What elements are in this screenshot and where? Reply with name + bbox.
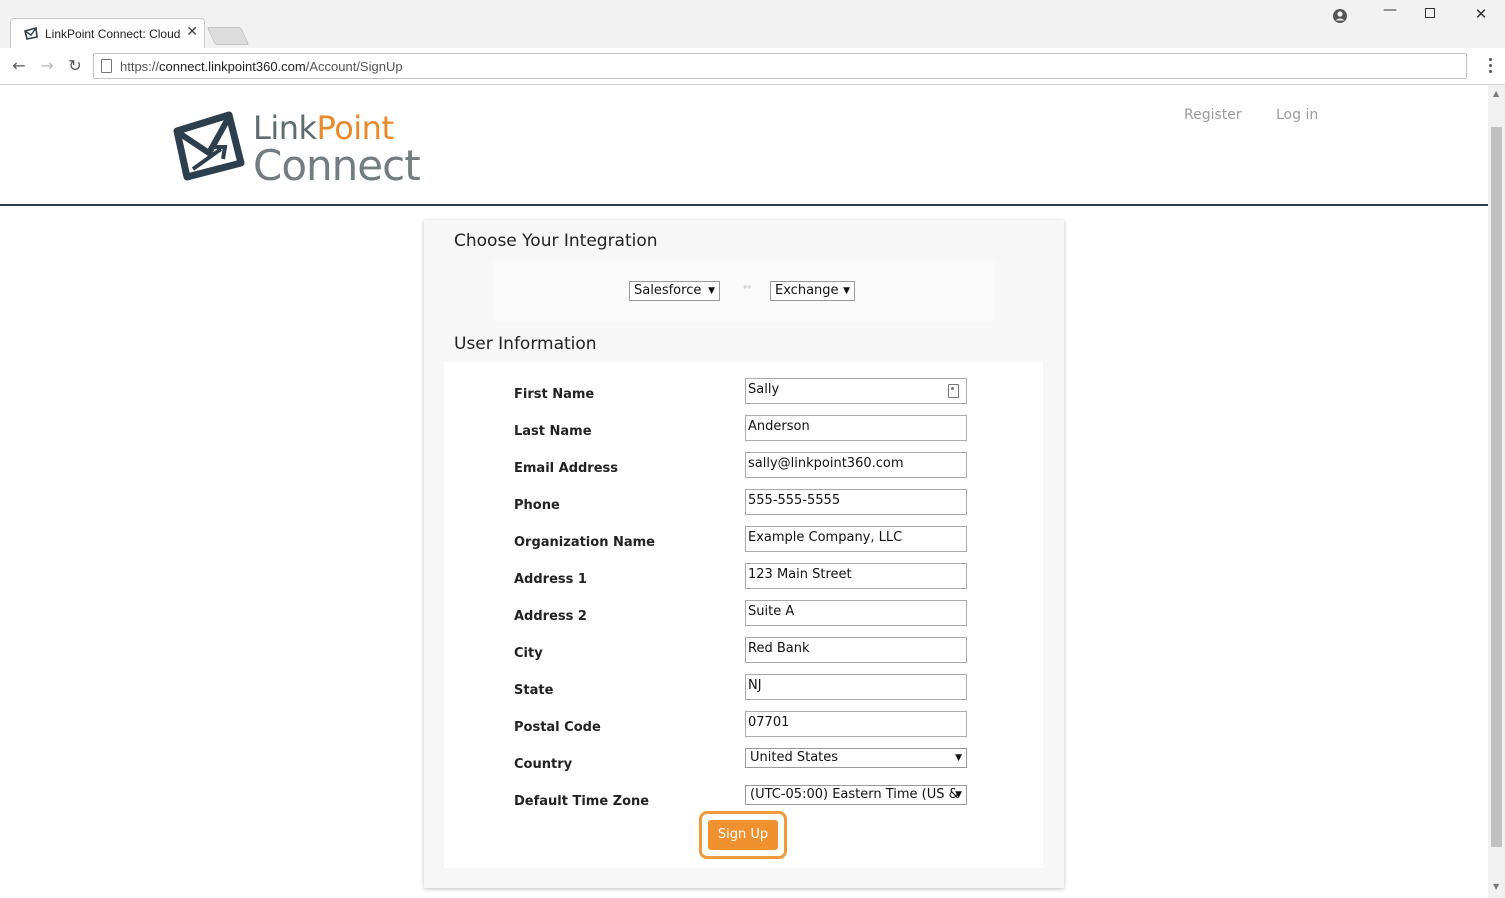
address-bar[interactable]: https://connect.linkpoint360.com/Account…	[93, 53, 1467, 79]
logo-wordmark-top: LinkPoint	[253, 109, 394, 147]
city-field[interactable]: Red Bank	[745, 637, 967, 663]
login-link[interactable]: Log in	[1276, 107, 1318, 123]
first-name-field[interactable]: Sally	[745, 378, 967, 404]
forward-arrow-icon[interactable]: →	[37, 56, 57, 75]
signup-button-highlight: Sign Up	[699, 811, 787, 859]
email-label: Email Address	[514, 461, 619, 476]
scroll-thumb[interactable]	[1491, 127, 1502, 847]
minimize-icon[interactable]: —	[1380, 2, 1400, 18]
integration-title: Choose Your Integration	[454, 231, 658, 251]
integration-separator: ↔	[743, 282, 752, 293]
address1-label: Address 1	[514, 572, 587, 587]
phone-label: Phone	[514, 498, 560, 513]
close-window-icon[interactable]: ✕	[1471, 5, 1491, 23]
country-label: Country	[514, 757, 573, 772]
browser-toolbar: ← → ↻ https://connect.linkpoint360.com/A…	[0, 48, 1505, 84]
last-name-field[interactable]: Anderson	[745, 415, 967, 441]
new-tab-button[interactable]	[206, 27, 250, 45]
first-name-label: First Name	[514, 387, 595, 402]
profile-icon[interactable]	[1332, 8, 1348, 24]
crm-select[interactable]: Salesforce ▼	[629, 281, 720, 301]
browser-tab[interactable]: LinkPoint Connect: Cloud ✕	[10, 18, 205, 49]
address2-label: Address 2	[514, 609, 587, 624]
reload-icon[interactable]: ↻	[65, 56, 85, 75]
maximize-icon[interactable]	[1425, 8, 1435, 18]
page-scrollbar[interactable]: ▲ ▼	[1488, 85, 1505, 898]
timezone-label: Default Time Zone	[514, 794, 650, 809]
address2-field[interactable]: Suite A	[745, 600, 967, 626]
contact-card-icon[interactable]	[948, 384, 959, 398]
user-info-form: First Name Sally Last Name Anderson Emai…	[444, 362, 1043, 868]
email-field[interactable]: sally@linkpoint360.com	[745, 452, 967, 478]
state-field[interactable]: NJ	[745, 674, 967, 700]
postal-code-label: Postal Code	[514, 720, 601, 735]
address1-field[interactable]: 123 Main Street	[745, 563, 967, 589]
url-text: https://connect.linkpoint360.com/Account…	[120, 59, 403, 74]
timezone-select[interactable]: (UTC-05:00) Eastern Time (US & ▼	[745, 785, 967, 805]
chevron-down-icon: ▼	[955, 790, 962, 800]
chevron-down-icon: ▼	[843, 286, 850, 296]
chevron-down-icon: ▼	[708, 286, 715, 296]
email-system-select[interactable]: Exchange ▼	[770, 281, 855, 301]
tab-title: LinkPoint Connect: Cloud	[45, 27, 181, 41]
chevron-down-icon: ▼	[955, 753, 962, 763]
user-info-title: User Information	[454, 334, 597, 354]
linkpoint-logo[interactable]: LinkPoint Connect	[173, 109, 433, 190]
last-name-label: Last Name	[514, 424, 592, 439]
browser-chrome: LinkPoint Connect: Cloud ✕ — ✕ ← → ↻ htt…	[0, 0, 1505, 85]
signup-button[interactable]: Sign Up	[708, 820, 778, 850]
country-select[interactable]: United States ▼	[745, 748, 967, 768]
browser-menu-icon[interactable]	[1489, 58, 1493, 76]
site-header: LinkPoint Connect Register Log in	[0, 85, 1488, 206]
logo-wordmark-bottom: Connect	[253, 141, 421, 190]
scroll-down-icon[interactable]: ▼	[1493, 882, 1499, 891]
back-arrow-icon[interactable]: ←	[9, 56, 29, 75]
register-link[interactable]: Register	[1184, 107, 1242, 123]
state-label: State	[514, 683, 554, 698]
signup-panel: Choose Your Integration Salesforce ▼ ↔ Ex…	[424, 220, 1064, 888]
scroll-up-icon[interactable]: ▲	[1493, 89, 1499, 98]
city-label: City	[514, 646, 543, 661]
tab-close-icon[interactable]: ✕	[186, 24, 198, 40]
page-icon	[101, 59, 112, 73]
linkpoint-favicon-icon	[24, 27, 38, 40]
envelope-logo-icon	[173, 111, 245, 181]
phone-field[interactable]: 555-555-5555	[745, 489, 967, 515]
organization-label: Organization Name	[514, 535, 655, 550]
postal-code-field[interactable]: 07701	[745, 711, 967, 737]
organization-field[interactable]: Example Company, LLC	[745, 526, 967, 552]
